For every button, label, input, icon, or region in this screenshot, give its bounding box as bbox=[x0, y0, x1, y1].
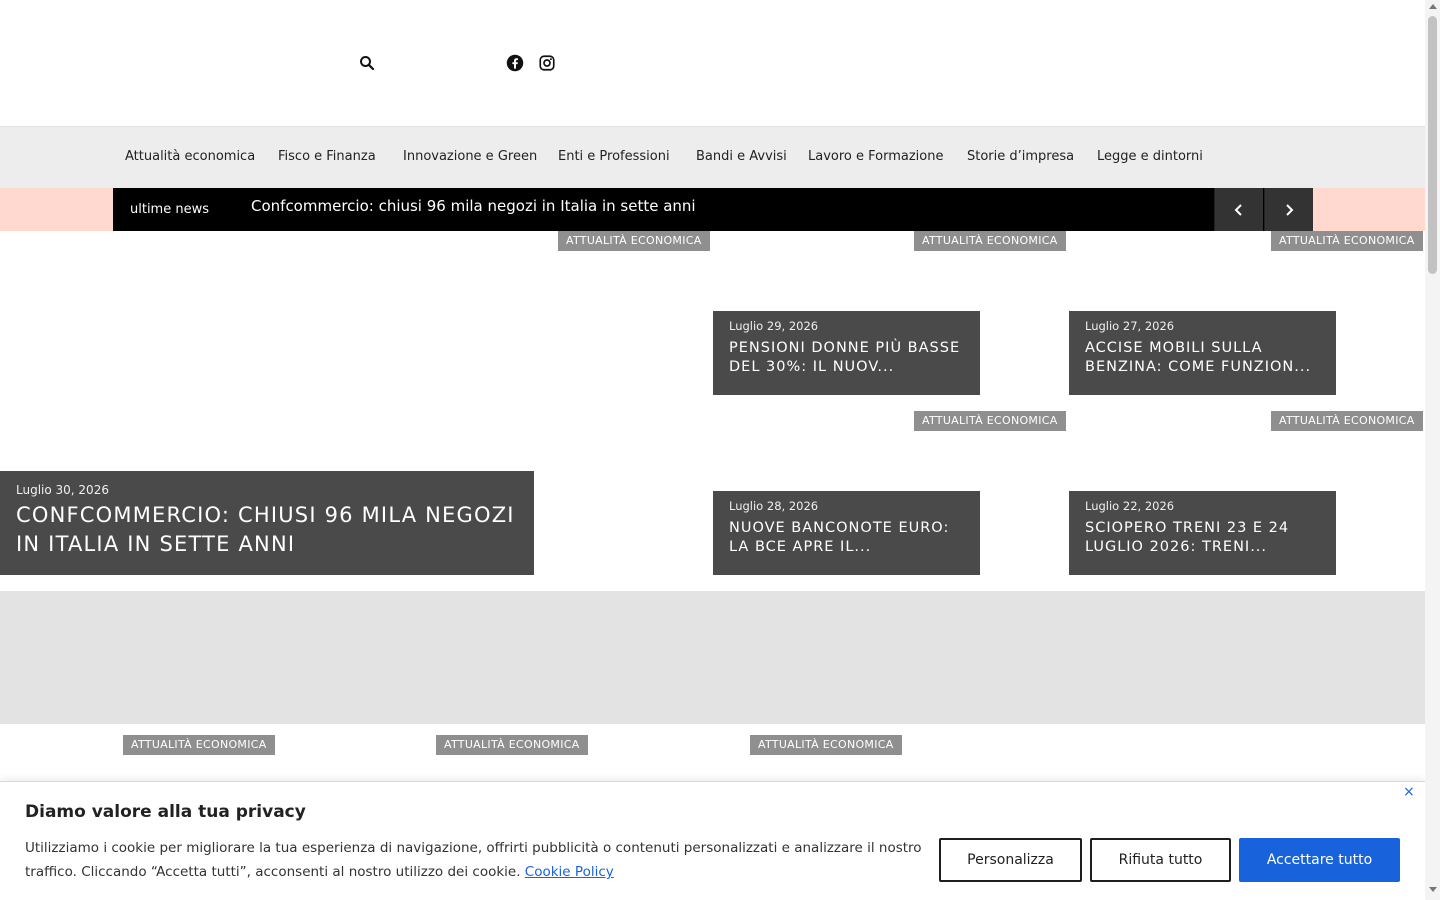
nav-item-innovazione[interactable]: Innovazione e Green bbox=[403, 149, 537, 164]
reject-all-button[interactable]: Rifiuta tutto bbox=[1090, 838, 1231, 882]
post-title: ACCISE MOBILI SULLA BENZINA: COME FUNZIO… bbox=[1085, 340, 1312, 375]
category-tag[interactable]: ATTUALITÀ ECONOMICA bbox=[123, 735, 275, 755]
ticker-prev-button[interactable] bbox=[1214, 188, 1263, 231]
post-title: SCIOPERO TRENI 23 E 24 LUGLIO 2026: TREN… bbox=[1085, 520, 1290, 555]
ticker-headline[interactable]: Confcommercio: chiusi 96 mila negozi in … bbox=[251, 197, 696, 215]
post-date: Luglio 27, 2026 bbox=[1085, 319, 1175, 333]
category-tag[interactable]: ATTUALITÀ ECONOMICA bbox=[750, 735, 902, 755]
nav-item-attualita[interactable]: Attualità economica bbox=[125, 149, 255, 164]
featured-card[interactable]: Luglio 29, 2026 PENSIONI DONNE PIÙ BASSE… bbox=[713, 311, 980, 395]
category-tag[interactable]: ATTUALITÀ ECONOMICA bbox=[914, 411, 1066, 431]
nav-item-lavoro[interactable]: Lavoro e Formazione bbox=[808, 149, 943, 164]
cookie-description: Utilizziamo i cookie per migliorare la t… bbox=[25, 840, 922, 880]
scroll-down-arrow[interactable] bbox=[1429, 887, 1437, 892]
post-date: Luglio 22, 2026 bbox=[1085, 499, 1175, 513]
nav-item-storie[interactable]: Storie d’impresa bbox=[967, 149, 1074, 164]
category-tag[interactable]: ATTUALITÀ ECONOMICA bbox=[1271, 411, 1423, 431]
post-date: Luglio 30, 2026 bbox=[16, 483, 109, 497]
cookie-banner: × Diamo valore alla tua privacy Utilizzi… bbox=[0, 781, 1425, 900]
ticker-next-button[interactable] bbox=[1264, 188, 1313, 231]
post-title: CONFCOMMERCIO: CHIUSI 96 MILA NEGOZI IN … bbox=[16, 503, 515, 556]
customize-button[interactable]: Personalizza bbox=[939, 838, 1082, 882]
ticker-label: ultime news bbox=[130, 202, 209, 217]
search-icon[interactable] bbox=[358, 54, 376, 72]
cookie-text: Utilizziamo i cookie per migliorare la t… bbox=[25, 836, 925, 884]
featured-card[interactable]: Luglio 28, 2026 NUOVE BANCONOTE EURO: LA… bbox=[713, 491, 980, 575]
category-tag[interactable]: ATTUALITÀ ECONOMICA bbox=[558, 231, 710, 251]
chevron-left-icon bbox=[1234, 203, 1242, 216]
nav-item-enti[interactable]: Enti e Professioni bbox=[558, 149, 670, 164]
post-date: Luglio 28, 2026 bbox=[729, 499, 819, 513]
featured-card[interactable]: Luglio 22, 2026 SCIOPERO TRENI 23 E 24 L… bbox=[1069, 491, 1336, 575]
nav-item-fisco[interactable]: Fisco e Finanza bbox=[278, 149, 376, 164]
news-ticker: ultime news Confcommercio: chiusi 96 mil… bbox=[113, 188, 1313, 231]
facebook-icon[interactable] bbox=[506, 54, 524, 72]
site-header bbox=[0, 0, 1425, 127]
nav-item-legge[interactable]: Legge e dintorni bbox=[1097, 149, 1203, 164]
scroll-up-arrow[interactable] bbox=[1429, 4, 1437, 9]
main-nav: Attualità economica Fisco e Finanza Inno… bbox=[0, 127, 1425, 188]
close-icon[interactable]: × bbox=[1403, 784, 1415, 800]
chevron-right-icon bbox=[1286, 203, 1294, 216]
post-title: PENSIONI DONNE PIÙ BASSE DEL 30%: IL NUO… bbox=[729, 340, 961, 375]
category-tag[interactable]: ATTUALITÀ ECONOMICA bbox=[914, 231, 1066, 251]
cookie-title: Diamo valore alla tua privacy bbox=[25, 802, 306, 822]
featured-main-card[interactable]: Luglio 30, 2026 CONFCOMMERCIO: CHIUSI 96… bbox=[0, 471, 534, 575]
scroll-thumb[interactable] bbox=[1428, 16, 1437, 274]
category-tag[interactable]: ATTUALITÀ ECONOMICA bbox=[1271, 231, 1423, 251]
page-scrollbar[interactable] bbox=[1425, 0, 1440, 900]
nav-item-bandi[interactable]: Bandi e Avvisi bbox=[696, 149, 787, 164]
post-date: Luglio 29, 2026 bbox=[729, 319, 819, 333]
cookie-policy-link[interactable]: Cookie Policy bbox=[525, 864, 614, 880]
accept-all-button[interactable]: Accettare tutto bbox=[1239, 838, 1400, 882]
ad-placeholder bbox=[0, 591, 1425, 724]
post-title: NUOVE BANCONOTE EURO: LA BCE APRE IL... bbox=[729, 520, 950, 555]
category-tag[interactable]: ATTUALITÀ ECONOMICA bbox=[436, 735, 588, 755]
featured-card[interactable]: Luglio 27, 2026 ACCISE MOBILI SULLA BENZ… bbox=[1069, 311, 1336, 395]
instagram-icon[interactable] bbox=[538, 54, 556, 72]
